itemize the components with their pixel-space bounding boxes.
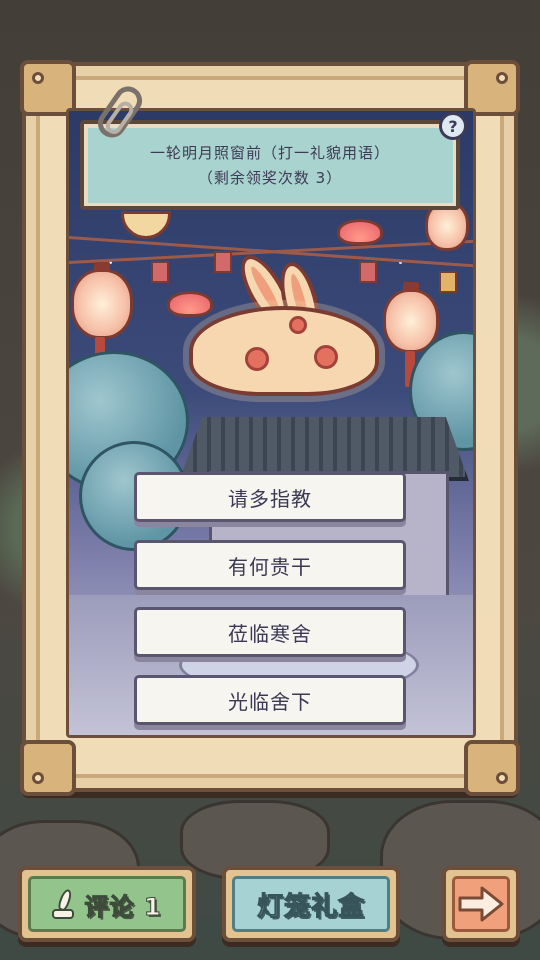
riddle-card: 一轮明月照窗前（打一礼貌用语） （剩余领奖次数 3） xyxy=(80,120,460,210)
answer-option-2[interactable]: 有何贵干 xyxy=(134,540,406,590)
answer-option-4[interactable]: 光临舍下 xyxy=(134,675,406,725)
riddle-question: 一轮明月照窗前（打一礼貌用语） xyxy=(149,144,390,162)
hanging-flag xyxy=(151,261,169,283)
hanging-flag xyxy=(359,261,377,283)
frame-corner xyxy=(20,740,76,796)
help-icon[interactable]: ? xyxy=(439,112,467,140)
bolt-icon xyxy=(32,772,44,784)
quill-icon xyxy=(52,887,76,919)
red-lantern xyxy=(71,262,133,339)
hanging-flag xyxy=(439,271,457,293)
comment-label: 评论 1 xyxy=(84,892,162,921)
ink-pot xyxy=(52,909,75,919)
bolt-icon xyxy=(496,72,508,84)
arrow-right-icon xyxy=(458,886,504,922)
flower-pattern xyxy=(245,347,269,371)
comment-button-face: 评论 1 xyxy=(28,876,186,932)
gift-button-face: 灯笼礼盒 xyxy=(232,876,390,932)
lotus-lantern xyxy=(167,291,213,317)
answer-option-3[interactable]: 莅临寒舍 xyxy=(134,607,406,657)
flower-pattern xyxy=(314,345,338,369)
frame-corner xyxy=(464,740,520,796)
comment-button[interactable]: 评论 1 xyxy=(18,866,196,942)
rabbit-lantern xyxy=(189,306,379,396)
answer-option-1[interactable]: 请多指教 xyxy=(134,472,406,522)
next-button[interactable] xyxy=(442,866,520,942)
remaining-reward-count: （剩余领奖次数 3） xyxy=(197,169,343,187)
next-button-face xyxy=(452,876,510,932)
lotus-lantern xyxy=(337,219,383,245)
gift-label: 灯笼礼盒 xyxy=(256,891,365,922)
bolt-icon xyxy=(32,72,44,84)
bolt-icon xyxy=(496,772,508,784)
flower-pattern xyxy=(289,316,307,334)
lantern-gift-box-button[interactable]: 灯笼礼盒 xyxy=(222,866,400,942)
hanging-flag xyxy=(214,251,232,273)
crescent-moon-decoration xyxy=(121,211,171,239)
